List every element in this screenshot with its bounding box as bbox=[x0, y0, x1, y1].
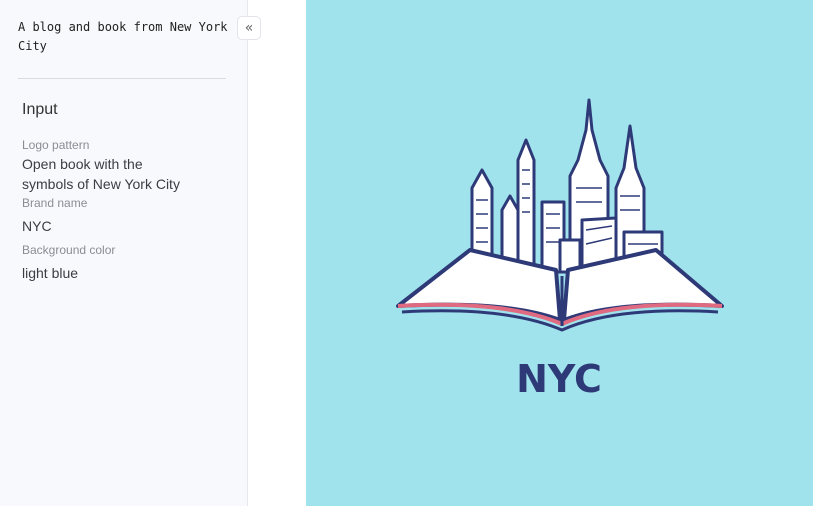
field-value-background-color: light blue bbox=[22, 265, 79, 281]
field-value-brand-name: NYC bbox=[22, 218, 52, 234]
sidebar-divider bbox=[18, 78, 226, 79]
field-label-logo-pattern: Logo pattern bbox=[22, 138, 90, 152]
field-label-brand-name: Brand name bbox=[22, 196, 88, 210]
field-label-background-color: Background color bbox=[22, 243, 116, 257]
nyc-book-logo: NYC bbox=[396, 98, 724, 401]
double-chevron-left-icon: « bbox=[244, 20, 254, 36]
tagline: A blog and book from New York City bbox=[18, 20, 228, 53]
sidebar: A blog and book from New York City Input… bbox=[0, 0, 248, 506]
skyline-icon bbox=[470, 98, 664, 274]
field-value-logo-pattern: Open book with the symbols of New York C… bbox=[22, 156, 180, 192]
app-window: A blog and book from New York City Input… bbox=[0, 0, 813, 506]
brand-text: NYC bbox=[516, 357, 602, 401]
section-title-input: Input bbox=[22, 101, 58, 118]
generated-logo-image: NYC bbox=[306, 0, 813, 506]
collapse-sidebar-button[interactable]: « bbox=[237, 16, 261, 40]
